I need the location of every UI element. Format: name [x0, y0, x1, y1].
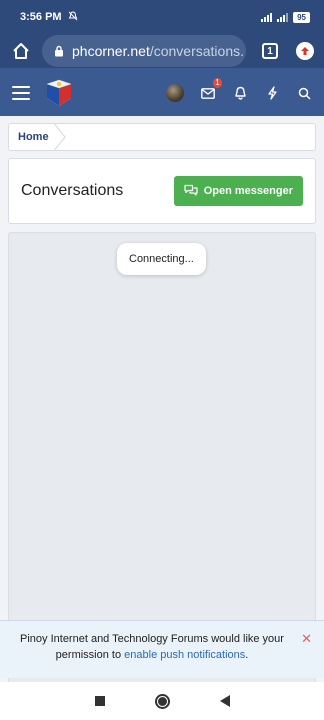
chat-bubbles-icon	[184, 184, 198, 199]
notice-text-end: .	[245, 649, 249, 661]
back-button[interactable]	[219, 695, 230, 707]
menu-icon[interactable]	[12, 86, 30, 100]
browser-toolbar: phcorner.net/conversations. 1	[0, 34, 324, 68]
bell-icon[interactable]	[232, 85, 248, 101]
lock-icon	[54, 45, 64, 57]
home-button[interactable]	[154, 693, 170, 709]
battery-icon: 95	[293, 11, 310, 23]
site-header: 1	[0, 70, 324, 116]
address-bar[interactable]: phcorner.net/conversations.	[42, 35, 246, 67]
conversation-panel: Connecting...	[8, 232, 316, 682]
update-icon[interactable]	[296, 42, 314, 60]
search-icon[interactable]	[296, 85, 312, 101]
signal-icon-2	[277, 12, 289, 22]
close-icon[interactable]: ✕	[301, 631, 312, 647]
breadcrumb-separator-icon	[53, 124, 66, 150]
browser-home-icon[interactable]	[10, 40, 32, 62]
connecting-status: Connecting...	[117, 243, 206, 275]
push-notification-banner: Pinoy Internet and Technology Forums wou…	[0, 620, 324, 678]
tab-switcher-button[interactable]: 1	[262, 43, 278, 59]
page-title-block: Conversations Open messenger	[8, 158, 316, 224]
envelope-icon[interactable]: 1	[200, 78, 222, 101]
mute-icon	[68, 10, 78, 24]
status-bar: 3:56 PM 95	[0, 0, 324, 34]
signal-icon	[261, 12, 273, 22]
site-logo[interactable]	[44, 78, 74, 108]
breadcrumb: Home	[8, 123, 316, 151]
status-time: 3:56 PM	[20, 11, 62, 23]
open-messenger-button[interactable]: Open messenger	[173, 176, 303, 206]
url-domain: phcorner.net	[72, 43, 150, 59]
inbox-badge: 1	[213, 78, 222, 88]
recents-button[interactable]	[94, 696, 105, 706]
avatar[interactable]	[166, 84, 184, 102]
system-nav-bar	[0, 682, 324, 720]
url-path: /conversations.	[149, 43, 245, 59]
enable-push-notifications-link[interactable]: enable push notifications	[124, 649, 245, 661]
bolt-icon[interactable]	[264, 85, 280, 101]
page-content: Home Conversations Open messenger Connec…	[0, 116, 324, 682]
open-messenger-label: Open messenger	[203, 185, 293, 197]
page-title: Conversations	[21, 182, 124, 199]
